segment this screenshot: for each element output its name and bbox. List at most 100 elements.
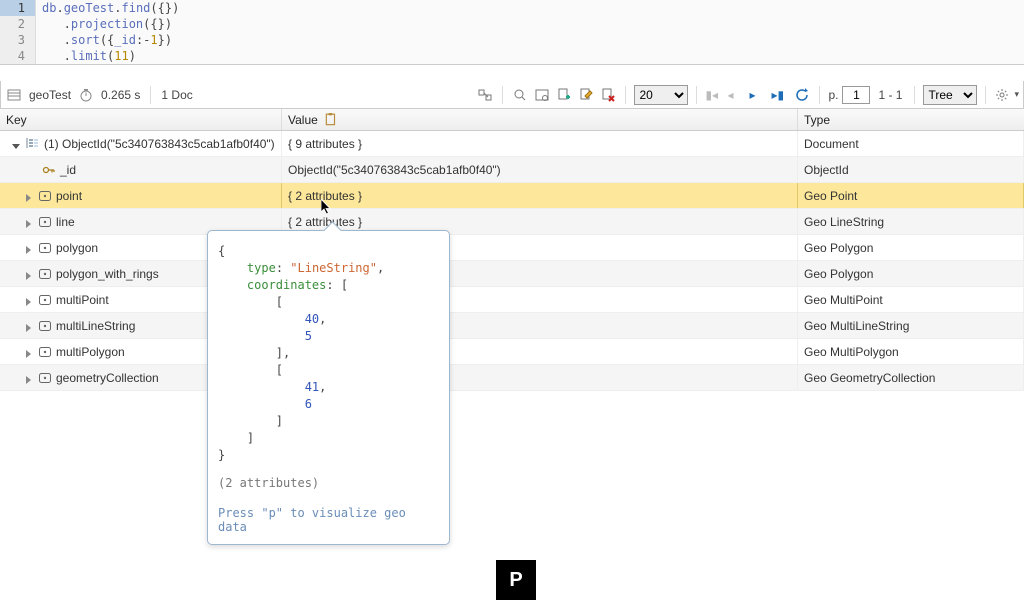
cell-type: Geo Polygon [798,261,1024,286]
expander-icon[interactable] [12,139,22,149]
line-number: 3 [0,32,36,48]
geo-icon [38,268,52,280]
key-label: polygon [56,241,98,255]
results-toolbar: geoTest 0.265 s 1 Doc 20 ▮◂ ◂ ▸ ▸▮ p. 1 … [0,81,1024,109]
tree-row[interactable]: polygon Geo Polygon [0,235,1024,261]
cell-key: point [0,183,282,208]
cell-type: Geo Point [798,183,1024,208]
geo-icon [38,294,52,306]
key-label: multiPoint [56,293,109,307]
line-number: 1 [0,0,36,16]
tree-row[interactable]: multiLineString Geo MultiLineString [0,313,1024,339]
delete-doc-icon[interactable] [599,86,617,104]
tree-row[interactable]: geometryCollection Geo GeometryCollection [0,365,1024,391]
p-shortcut-indicator: P [496,560,536,600]
nav-next-icon[interactable]: ▸ [749,88,767,102]
expander-icon [28,165,38,175]
tree-row[interactable]: point{ 2 attributes }Geo Point [0,183,1024,209]
tree-row[interactable]: multiPointGeo MultiPoint [0,287,1024,313]
key-label: geometryCollection [56,371,159,385]
editor-line[interactable]: 1db.geoTest.find({}) [0,0,1024,16]
tree-row[interactable]: line{ 2 attributes }Geo LineString [0,209,1024,235]
expander-icon[interactable] [24,243,34,253]
key-label: line [56,215,75,229]
line-number: 4 [0,48,36,64]
view-mode-select[interactable]: Tree [923,85,977,105]
editor-line[interactable]: 3 .sort({_id:-1}) [0,32,1024,48]
tooltip-code-line: [ [218,362,439,379]
tooltip-code-line: coordinates: [ [218,277,439,294]
edit-doc-icon[interactable] [577,86,595,104]
key-label: (1) ObjectId("5c340763843c5cab1afb0f40") [44,137,275,151]
cell-type: ObjectId [798,157,1024,182]
collection-name: geoTest [29,88,71,102]
tooltip-code-line: type: "LineString", [218,260,439,277]
col-header-value[interactable]: Value [282,109,798,130]
key-label: polygon_with_rings [56,267,159,281]
gear-dropdown-icon[interactable]: ▾ [1014,89,1019,100]
col-header-key[interactable]: Key [0,109,282,130]
code-editor[interactable]: 1db.geoTest.find({})2 .projection({})3 .… [0,0,1024,65]
expander-icon[interactable] [24,321,34,331]
value-tooltip: { type: "LineString", coordinates: [ [ 4… [207,230,450,545]
tooltip-code-line: ] [218,413,439,430]
gear-icon[interactable] [994,87,1010,103]
expander-icon[interactable] [24,217,34,227]
refresh-icon[interactable] [793,86,811,104]
line-number: 2 [0,16,36,32]
nav-first-icon[interactable]: ▮◂ [705,88,723,102]
tree-row[interactable]: (1) ObjectId("5c340763843c5cab1afb0f40")… [0,131,1024,157]
timer-icon [77,86,95,104]
tooltip-hint: Press "p" to visualize geo data [218,506,439,534]
doc-icon [26,138,40,150]
value-clipboard-icon [322,111,340,129]
tooltip-code-line: ], [218,345,439,362]
cell-type: Geo MultiPolygon [798,339,1024,364]
nav-last-icon[interactable]: ▸▮ [771,88,789,102]
geo-icon [38,372,52,384]
key-label: _id [60,163,76,177]
tooltip-meta: (2 attributes) [218,476,439,490]
cell-value: ObjectId("5c340763843c5cab1afb0f40") [282,157,798,182]
cell-key: (1) ObjectId("5c340763843c5cab1afb0f40") [0,131,282,156]
tree-collapse-icon[interactable] [476,86,494,104]
code-content: db.geoTest.find({}) [36,0,179,16]
table-header: Key Value Type [0,109,1024,131]
page-label: p. [828,88,838,102]
cell-type: Geo GeometryCollection [798,365,1024,390]
expander-icon[interactable] [24,347,34,357]
tree-row[interactable]: _id ObjectId("5c340763843c5cab1afb0f40")O… [0,157,1024,183]
cell-type: Document [798,131,1024,156]
cell-type: Geo Polygon [798,235,1024,260]
tooltip-code-line: { [218,243,439,260]
code-content: .projection({}) [36,16,172,32]
tooltip-code-line: 40, [218,311,439,328]
cell-key: _id [0,157,282,182]
cell-type: Geo MultiLineString [798,313,1024,338]
editor-line[interactable]: 2 .projection({}) [0,16,1024,32]
page-size-select[interactable]: 20 [634,85,688,105]
expander-icon[interactable] [24,269,34,279]
find-key-icon[interactable] [533,86,551,104]
tree-row[interactable]: polygon_with_rings Geo Polygon [0,261,1024,287]
nav-prev-icon[interactable]: ◂ [727,88,745,102]
key-label: multiLineString [56,319,135,333]
tree-row[interactable]: multiPolygon Geo MultiPolygon [0,339,1024,365]
expander-icon[interactable] [24,191,34,201]
tooltip-code-line: 41, [218,379,439,396]
query-time: 0.265 s [101,88,140,102]
collection-icon [5,86,23,104]
editor-line[interactable]: 4 .limit(11) [0,48,1024,64]
key-label: multiPolygon [56,345,125,359]
geo-icon [38,190,52,202]
key-icon [42,164,56,176]
expander-icon[interactable] [24,295,34,305]
doc-count: 1 Doc [161,88,192,102]
add-doc-icon[interactable] [555,86,573,104]
find-icon[interactable] [511,86,529,104]
page-input[interactable] [842,86,870,104]
expander-icon[interactable] [24,373,34,383]
col-header-type[interactable]: Type [798,109,1024,130]
result-tree: (1) ObjectId("5c340763843c5cab1afb0f40")… [0,131,1024,391]
cell-type: Geo LineString [798,209,1024,234]
